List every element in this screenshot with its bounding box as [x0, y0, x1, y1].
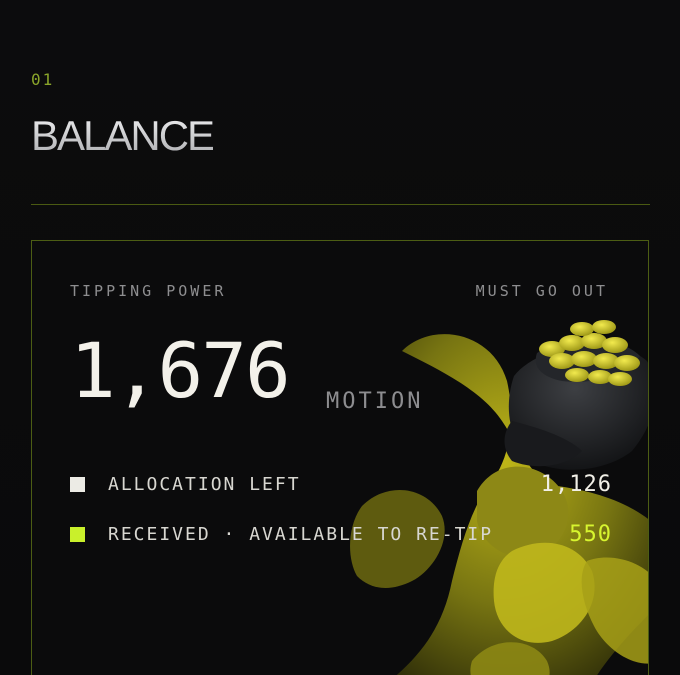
section-title: BALANCE	[31, 112, 215, 159]
must-go-out-label: MUST GO OUT	[475, 282, 608, 300]
tipping-power-label: TIPPING POWER	[70, 282, 227, 300]
received-label: RECEIVED · AVAILABLE TO RE-TIP	[108, 523, 494, 545]
section-number: 01	[31, 70, 55, 89]
allocation-left-value: 1,126	[540, 471, 612, 497]
allocation-left-label: ALLOCATION LEFT	[108, 473, 301, 495]
received-value: 550	[569, 521, 612, 547]
tipping-power-total: 1,676	[70, 326, 291, 415]
allocation-left-swatch	[70, 476, 85, 492]
received-row: RECEIVED · AVAILABLE TO RE-TIP 550	[70, 521, 612, 547]
balance-page: 01 BALANCE TIPPING POWER MUST GO OUT 1,6…	[0, 0, 680, 675]
tipping-power-card: TIPPING POWER MUST GO OUT 1,676 MOTION A…	[31, 240, 649, 675]
allocation-left-row: ALLOCATION LEFT 1,126	[70, 471, 612, 497]
motion-unit: MOTION	[326, 389, 424, 414]
received-swatch	[70, 526, 85, 542]
section-divider	[31, 204, 650, 205]
